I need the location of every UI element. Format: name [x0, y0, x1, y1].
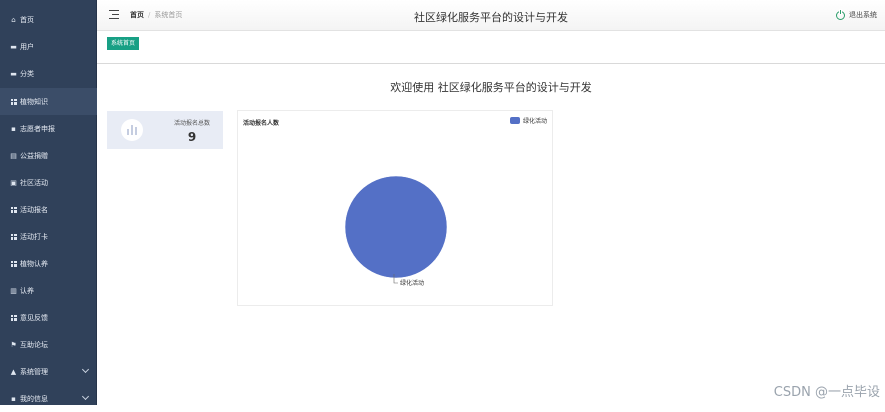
sidebar-item-users[interactable]: ▬ 用户 [0, 33, 97, 60]
logout-button[interactable]: 退出系统 [836, 10, 877, 20]
sidebar-item-plant-knowledge[interactable]: 植物知识 [0, 88, 97, 115]
sidebar-item-label: 活动报名 [20, 205, 48, 215]
stat-card: 活动报名总数 9 [107, 111, 223, 149]
sidebar-item-donation[interactable]: ▤ 公益捐赠 [0, 142, 97, 169]
tab-system-home[interactable]: 系统首页 [107, 37, 139, 50]
logout-label: 退出系统 [849, 10, 877, 20]
sidebar-item-activity-signup[interactable]: 活动报名 [0, 196, 97, 223]
sidebar-item-label: 我的信息 [20, 394, 48, 404]
sidebar-item-label: 系统管理 [20, 367, 48, 377]
chart-card: 活动报名人数 绿化活动 绿化活动 [237, 110, 553, 306]
sidebar-item-label: 认养 [20, 286, 34, 296]
sidebar-item-activity-checkin[interactable]: 活动打卡 [0, 223, 97, 250]
sidebar: ⌂ 首页 ▬ 用户 ▬ 分类 植物知识 ▪ 志愿者申报 ▤ 公益捐赠 ▣ 社区活… [0, 0, 97, 405]
sidebar-item-my-info[interactable]: ▪ 我的信息 [0, 385, 97, 412]
grid-icon [10, 314, 17, 321]
stat-value: 9 [167, 130, 217, 144]
page-title: 社区绿化服务平台的设计与开发 [97, 9, 885, 25]
sidebar-item-volunteer[interactable]: ▪ 志愿者申报 [0, 115, 97, 142]
sidebar-item-label: 用户 [20, 42, 34, 52]
bar-chart-icon: ▥ [10, 287, 17, 294]
chevron-down-icon [82, 393, 89, 400]
flag-icon: ⚑ [10, 341, 17, 348]
home-icon: ⌂ [10, 16, 17, 23]
donate-icon: ▤ [10, 152, 17, 159]
pie-slice-label: 绿化活动 [400, 279, 424, 287]
sidebar-item-label: 志愿者申报 [20, 124, 55, 134]
sidebar-item-label: 植物认养 [20, 259, 48, 269]
bar-chart-icon [121, 119, 143, 141]
sidebar-item-label: 活动打卡 [20, 232, 48, 242]
sidebar-item-community-activity[interactable]: ▣ 社区活动 [0, 169, 97, 196]
pie-slice[interactable] [345, 176, 447, 278]
sidebar-item-forum[interactable]: ⚑ 互助论坛 [0, 331, 97, 358]
grid-icon [10, 233, 17, 240]
sidebar-item-label: 植物知识 [20, 97, 48, 107]
chevron-down-icon [82, 366, 89, 373]
tab-strip: 系统首页 [97, 31, 885, 64]
sidebar-item-feedback[interactable]: 意见反馈 [0, 304, 97, 331]
sidebar-item-category[interactable]: ▬ 分类 [0, 60, 97, 87]
sidebar-item-label: 意见反馈 [20, 313, 48, 323]
grid-icon [10, 260, 17, 267]
user-icon: ▬ [10, 43, 17, 50]
sidebar-item-label: 公益捐赠 [20, 151, 48, 161]
sidebar-item-plant-adoption[interactable]: 植物认养 [0, 250, 97, 277]
category-icon: ▬ [10, 70, 17, 77]
welcome-heading: 欢迎使用 社区绿化服务平台的设计与开发 [97, 79, 885, 95]
sidebar-item-home[interactable]: ⌂ 首页 [0, 6, 97, 33]
sidebar-item-adopt[interactable]: ▥ 认养 [0, 277, 97, 304]
grid-icon [10, 206, 17, 213]
watermark: CSDN @一点毕设 [774, 381, 880, 400]
power-icon [836, 11, 845, 20]
person-icon: ▪ [10, 125, 17, 132]
car-icon: ▲ [10, 368, 17, 375]
sidebar-item-label: 互助论坛 [20, 340, 48, 350]
pie-chart: 绿化活动 [238, 111, 554, 307]
person-icon: ▪ [10, 395, 17, 402]
grid-icon [10, 98, 17, 105]
stat-label: 活动报名总数 [167, 118, 217, 127]
sidebar-item-label: 分类 [20, 69, 34, 79]
briefcase-icon: ▣ [10, 179, 17, 186]
sidebar-item-system-admin[interactable]: ▲ 系统管理 [0, 358, 97, 385]
sidebar-item-label: 社区活动 [20, 178, 48, 188]
top-bar: 首页/系统首页 社区绿化服务平台的设计与开发 退出系统 [97, 0, 885, 31]
sidebar-item-label: 首页 [20, 15, 34, 25]
